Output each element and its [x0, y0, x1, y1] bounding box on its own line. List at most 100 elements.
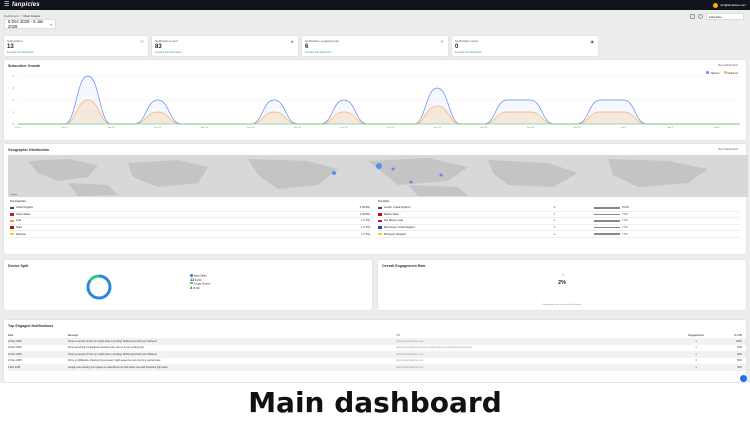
row-engagements: 1: [695, 352, 697, 356]
device-label: Google Chrome: [193, 282, 211, 286]
x-tick-label: Dec 16: [247, 127, 255, 129]
top-cities-title: Top Cities: [378, 200, 390, 203]
col-url[interactable]: URL: [396, 334, 666, 337]
stat-card-views: Notification views 0 Increase from last …: [452, 36, 598, 56]
city-name: London, United Kingdom: [384, 206, 411, 210]
breadcrumb: Dashboard / Main Details: [4, 14, 40, 18]
growth-chart: 4 3 2 1 0Dec 6 Dec 8 Dec 10 Dec 12 Dec 14 Dec 16 D…: [13, 75, 740, 129]
row-engagements: 1: [695, 365, 697, 369]
col-engagements[interactable]: Engagements: [666, 334, 726, 337]
flag-icon: [378, 206, 382, 210]
arrow-icon: ↑: [562, 272, 564, 277]
row-date: 19 Dec 2025: [8, 346, 22, 350]
menu-icon[interactable]: ☰: [4, 2, 12, 8]
date-range-picker[interactable]: 6 Dec 2025 - 6 Jan 2026 ▾: [4, 19, 56, 29]
top-cities-table: Top Cities London, United Kingdom 2 15.4% M…: [378, 200, 740, 238]
user-email: fan@fanpicles.com: [720, 3, 746, 7]
row-engagements: 1: [695, 339, 697, 343]
brand-logo[interactable]: fanpicles: [12, 2, 40, 8]
settings-icon[interactable]: [698, 14, 703, 19]
top-countries-title: Top Countries: [10, 200, 27, 203]
stat-value: 83: [155, 44, 162, 50]
col-ctr[interactable]: % CTR: [726, 334, 746, 337]
header-tools: Fanpicles: [690, 13, 744, 20]
row-url[interactable]: https://www.fanpicles.com: [396, 353, 666, 356]
table-row[interactable]: Madrid, Spain 1 7.7%: [378, 212, 740, 219]
flag-icon: [378, 232, 382, 236]
x-tick-label: Dec 18: [294, 127, 302, 129]
device-icon[interactable]: [690, 14, 695, 19]
city-bar: [594, 226, 620, 229]
table-row[interactable]: Des Moines, Iowa 1 7.7%: [378, 218, 740, 225]
site-select[interactable]: Fanpicles: [706, 13, 744, 20]
city-bar: [594, 233, 620, 235]
flag-icon: [10, 232, 14, 236]
row-date: 9 Dec 2025: [8, 365, 21, 369]
x-tick-label: Dec 6: [15, 127, 21, 129]
world-map[interactable]: Google: [8, 155, 748, 197]
notifications-table: Date Message URL Engagements % CTR 21 De…: [8, 332, 746, 371]
row-message: We're on Wikipedia, showing how a creato…: [68, 359, 161, 363]
geographic-card: Geographic Distribution View Subscribers: [4, 144, 748, 254]
row-url[interactable]: https://www.fanpicles.com: [396, 340, 666, 343]
eye-icon: ◉: [590, 39, 595, 44]
geo-title: Geographic Distribution: [8, 148, 50, 152]
flag-icon: [378, 219, 382, 223]
row-ctr: 50%: [737, 359, 742, 363]
city-pct: 7.7%: [622, 232, 628, 236]
table-row[interactable]: Manchester, United Kingdom 1 7.7%: [378, 225, 740, 232]
x-tick-label: Dec 24: [434, 127, 442, 129]
x-tick-label: Dec 20: [341, 127, 349, 129]
table-row[interactable]: Spain 1 (7.7%): [10, 225, 370, 232]
country-name: United Kingdom: [16, 206, 34, 210]
row-message: Here's a sample of how you might share a…: [68, 339, 157, 343]
city-name: Madrid, Spain: [384, 212, 399, 216]
country-count: 1 (7.7%): [360, 226, 370, 230]
calendar-icon: ▾: [49, 21, 52, 27]
table-row[interactable]: London, United Kingdom 2 15.4%: [378, 205, 740, 212]
flag-icon: [378, 213, 382, 216]
stat-sub: Increase from last period: [455, 51, 482, 54]
breadcrumb-current: Main Details: [23, 14, 41, 18]
breadcrumb-home[interactable]: Dashboard: [4, 14, 19, 18]
country-name: United States: [16, 212, 31, 216]
table-row[interactable]: Bucharest, Romania 1 7.7%: [378, 231, 740, 238]
top-bar: ☰ fanpicles fan@fanpicles.com: [0, 0, 750, 10]
flag-icon: [10, 226, 14, 229]
geo-filter[interactable]: View Subscribers: [718, 148, 738, 151]
stat-label: Notifications sent: [155, 39, 178, 43]
table-row[interactable]: India 1 (7.7%): [10, 218, 370, 225]
city-count: 1: [554, 226, 556, 230]
stat-label: Subscribers: [7, 39, 23, 43]
country-name: India: [16, 219, 22, 223]
table-row[interactable]: United Kingdom 4 (30.8%): [10, 205, 370, 212]
stat-sub: Increase from last period: [305, 51, 332, 54]
row-url[interactable]: https://www.fanpicles.com/journal/launch…: [396, 346, 666, 349]
country-count: 1 (7.7%): [360, 232, 370, 236]
top-countries-table: Top Countries United Kingdom 4 (30.8%) Uni…: [10, 200, 370, 238]
city-bar: [594, 213, 620, 216]
dashboard-app: ☰ fanpicles fan@fanpicles.com Dashboard …: [0, 0, 750, 383]
row-url[interactable]: https://www.fanpicles.com: [396, 366, 666, 369]
flag-icon: [10, 206, 14, 210]
table-row[interactable]: United States 4 (30.8%): [10, 212, 370, 219]
col-date[interactable]: Date: [8, 334, 68, 337]
avatar[interactable]: [713, 2, 719, 8]
row-url[interactable]: https://www.fanpicles.com: [396, 359, 666, 362]
y-tick-label: 3: [13, 87, 15, 90]
table-row[interactable]: Romania 1 (7.7%): [10, 231, 370, 238]
city-pct: 7.7%: [622, 226, 628, 230]
row-ctr: 50%: [737, 346, 742, 350]
city-count: 1: [554, 219, 556, 223]
flag-icon: [378, 226, 382, 229]
stat-sub: Increase from last period: [7, 51, 34, 54]
map-svg: [28, 158, 708, 196]
row-ctr: 50%: [737, 352, 742, 356]
city-name: Manchester, United Kingdom: [384, 226, 415, 230]
stat-label: Notification views: [455, 39, 479, 43]
top-notifications-card: Top Engaged Notifications Date Message U…: [4, 320, 746, 382]
help-button[interactable]: [740, 375, 747, 382]
col-message[interactable]: Message: [68, 334, 396, 337]
user-menu[interactable]: fan@fanpicles.com: [713, 2, 746, 8]
table-row[interactable]: 9 Dec 2025 Google now indexing your pages…: [8, 364, 746, 371]
